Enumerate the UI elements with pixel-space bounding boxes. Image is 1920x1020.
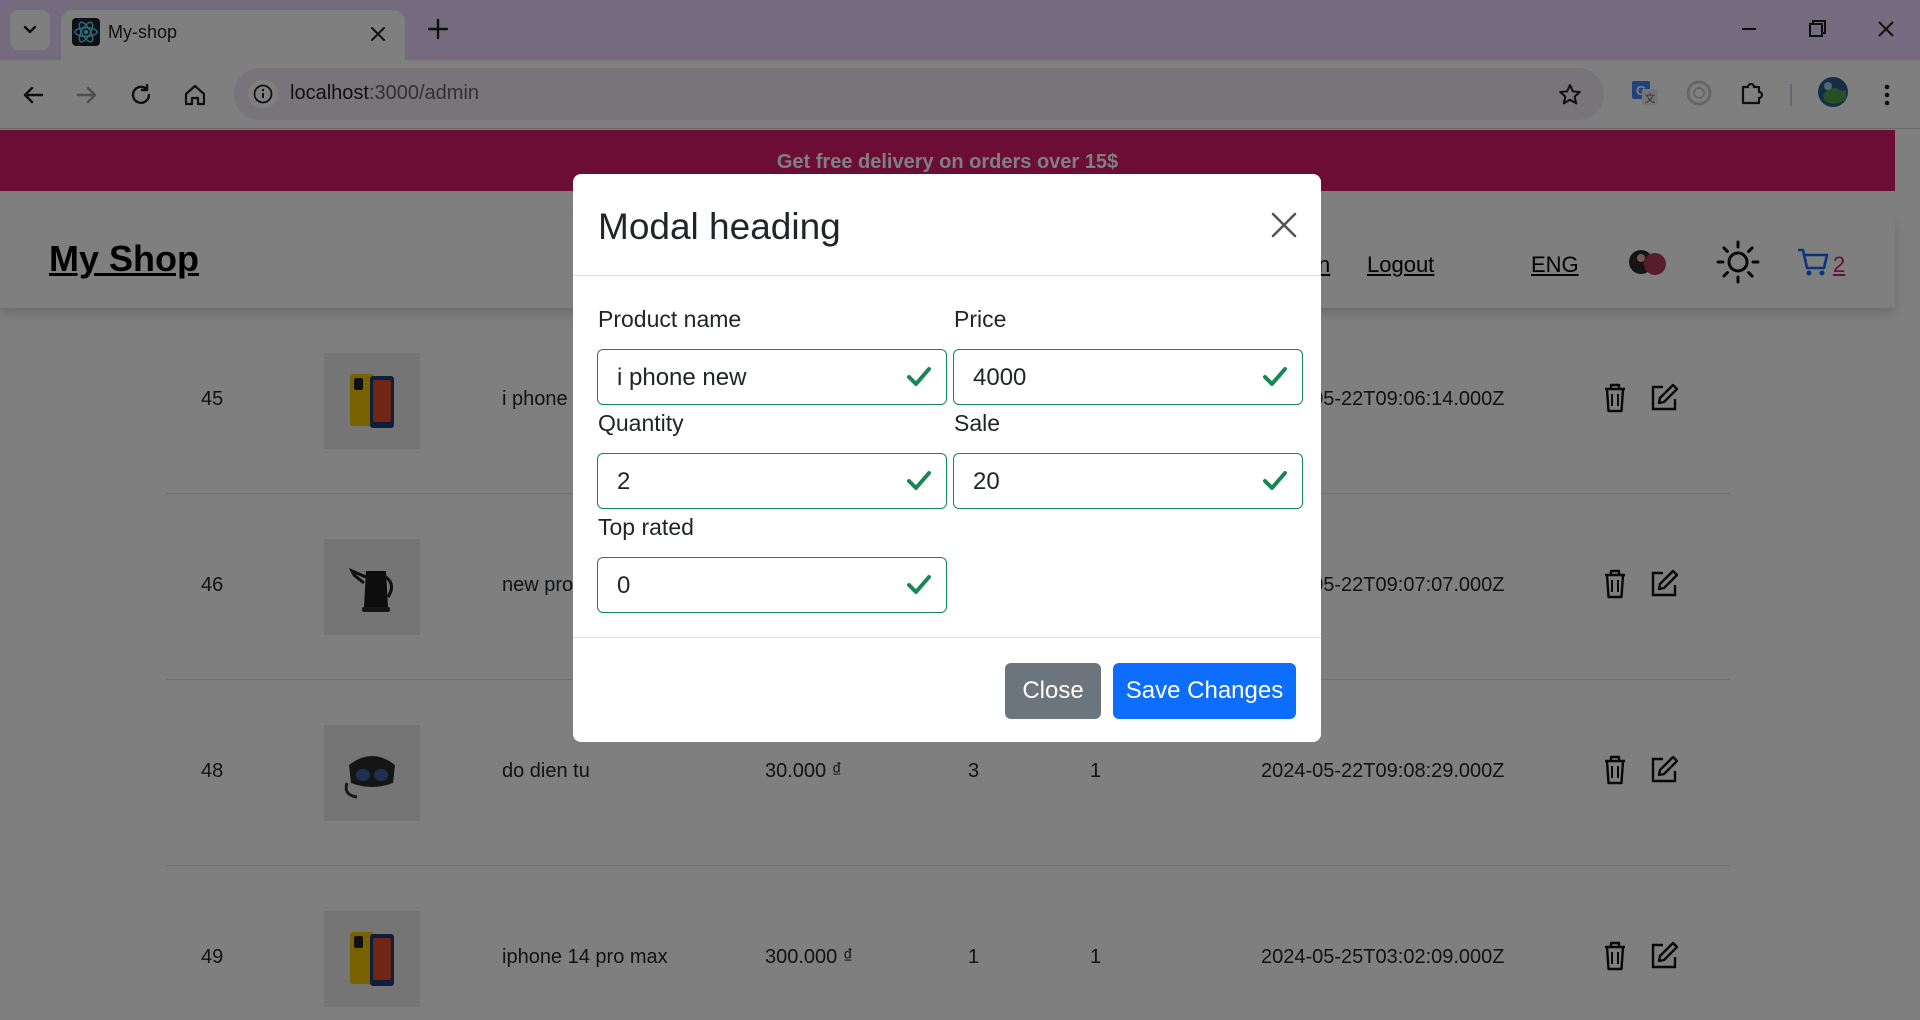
valid-check-icon [1262,469,1288,498]
modal-footer: Close Save Changes [573,637,1321,742]
edit-product-modal: Modal heading Product name i phone new P… [573,174,1321,742]
save-changes-button[interactable]: Save Changes [1113,663,1296,719]
quantity-value: 2 [617,468,631,495]
top-rated-value: 0 [617,572,631,599]
valid-check-icon [906,469,932,498]
quantity-input[interactable]: 2 [597,453,947,509]
sale-label: Sale [954,410,1001,436]
modal-header: Modal heading [573,174,1321,276]
modal-close-icon[interactable] [1266,207,1302,243]
sale-input[interactable]: 20 [953,453,1303,509]
modal-title: Modal heading [598,206,841,247]
sale-value: 20 [973,468,1000,495]
price-input[interactable]: 4000 [953,349,1303,405]
valid-check-icon [906,573,932,602]
product-name-label: Product name [598,306,742,332]
price-label: Price [954,306,1007,332]
product-name-input[interactable]: i phone new [597,349,947,405]
price-value: 4000 [973,364,1027,391]
valid-check-icon [906,365,932,394]
product-name-value: i phone new [617,364,747,391]
top-rated-label: Top rated [598,514,694,540]
quantity-label: Quantity [598,410,684,436]
top-rated-input[interactable]: 0 [597,557,947,613]
close-button[interactable]: Close [1005,663,1101,719]
valid-check-icon [1262,365,1288,394]
